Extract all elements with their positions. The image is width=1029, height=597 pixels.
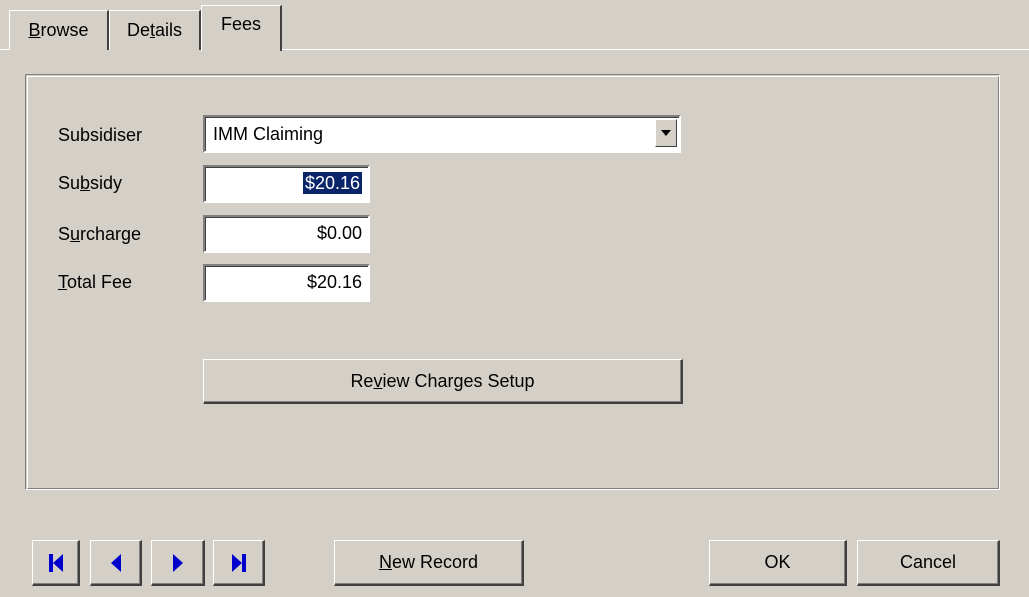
- chevron-down-icon: [661, 130, 671, 136]
- previous-record-icon: [110, 553, 121, 572]
- previous-record-button[interactable]: [90, 540, 142, 586]
- last-record-button[interactable]: [213, 540, 265, 586]
- subsidiser-select[interactable]: IMM Claiming: [203, 115, 681, 153]
- total-fee-field[interactable]: $20.16: [203, 264, 370, 302]
- new-record-button[interactable]: New Record: [334, 540, 524, 586]
- total-fee-value: $20.16: [306, 272, 362, 292]
- last-record-icon: [231, 553, 246, 572]
- surcharge-label: Surcharge: [58, 224, 142, 244]
- subsidiser-label: Subsidiser: [58, 125, 143, 145]
- subsidy-field[interactable]: $20.16: [203, 165, 370, 203]
- tab-details[interactable]: Details: [109, 10, 201, 50]
- ok-button[interactable]: OK: [709, 540, 847, 586]
- subsidy-label: Subsidy: [58, 173, 123, 193]
- surcharge-field[interactable]: $0.00: [203, 215, 370, 253]
- next-record-icon: [172, 553, 183, 572]
- surcharge-value: $0.00: [316, 223, 362, 243]
- first-record-button[interactable]: [32, 540, 80, 586]
- tab-fees-label: Fees: [220, 14, 262, 34]
- next-record-button[interactable]: [151, 540, 205, 586]
- new-record-label: New Record: [378, 552, 479, 572]
- tab-browse-label: Browse: [28, 20, 89, 40]
- tab-details-label: Details: [126, 20, 183, 40]
- tab-fees[interactable]: Fees: [201, 5, 282, 51]
- review-charges-setup-button[interactable]: Review Charges Setup: [203, 359, 683, 404]
- cancel-button[interactable]: Cancel: [857, 540, 1000, 586]
- review-charges-setup-label: Review Charges Setup: [350, 370, 535, 391]
- first-record-icon: [48, 553, 63, 572]
- tab-browse[interactable]: Browse: [9, 10, 109, 50]
- total-fee-label: Total Fee: [58, 272, 133, 292]
- subsidy-value: $20.16: [302, 172, 362, 194]
- ok-label: OK: [764, 552, 791, 572]
- dropdown-button[interactable]: [655, 119, 677, 147]
- cancel-label: Cancel: [899, 552, 957, 572]
- subsidiser-value: IMM Claiming: [213, 124, 324, 144]
